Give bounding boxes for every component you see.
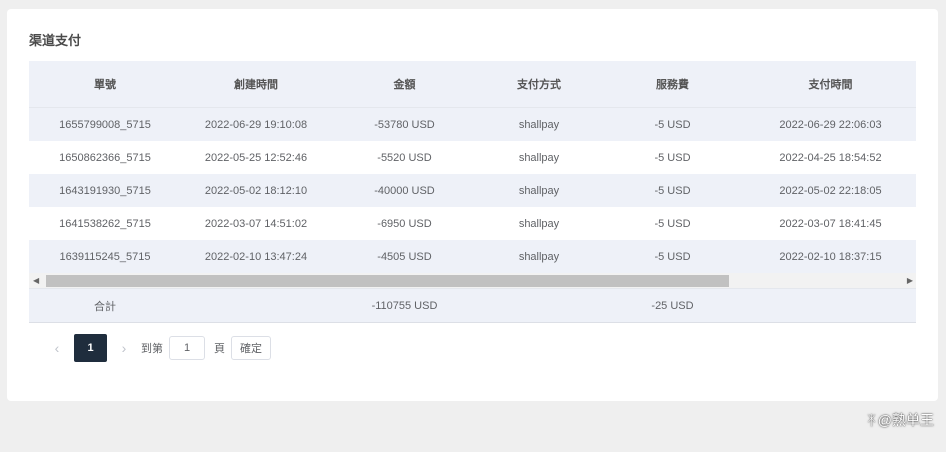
cell-payment-time: 2022-06-29 22:06:03 xyxy=(779,118,882,131)
header-amount[interactable]: 金額 xyxy=(331,76,478,92)
goto-page-input[interactable] xyxy=(169,336,205,360)
confirm-button[interactable]: 確定 xyxy=(231,336,271,360)
header-created-time[interactable]: 創建時間 xyxy=(181,76,331,92)
table-total-row: 合計 -110755 USD -25 USD xyxy=(29,289,916,323)
header-payment-method[interactable]: 支付方式 xyxy=(478,76,600,92)
cell-order-no: 1655799008_5715 xyxy=(59,118,151,131)
card-title: 渠道支付 xyxy=(29,33,82,48)
table-row[interactable]: 1639115245_5715 2022-02-10 13:47:24 -450… xyxy=(29,240,916,273)
cell-service-fee: -5 USD xyxy=(654,250,691,263)
watermark-text: @熟单王 xyxy=(877,412,934,428)
scroll-right-arrow-icon[interactable]: ▶ xyxy=(907,276,913,285)
cell-payment-method: shallpay xyxy=(518,250,560,263)
header-service-fee[interactable]: 服務費 xyxy=(600,76,745,92)
table-row[interactable]: 1650862366_5715 2022-05-25 12:52:46 -552… xyxy=(29,141,916,174)
table-row[interactable]: 1655799008_5715 2022-06-29 19:10:08 -537… xyxy=(29,108,916,141)
cell-created-time: 2022-05-02 18:12:10 xyxy=(204,184,308,197)
cell-payment-method: shallpay xyxy=(518,217,560,230)
cell-payment-time: 2022-02-10 18:37:15 xyxy=(779,250,882,263)
pagination: ‹ 1 › 到第 頁 確定 xyxy=(44,334,271,362)
page-number-current[interactable]: 1 xyxy=(74,334,107,362)
cell-payment-time: 2022-03-07 18:41:45 xyxy=(779,217,882,230)
scroll-left-arrow-icon[interactable]: ◀ xyxy=(33,276,39,285)
total-label: 合計 xyxy=(94,300,116,313)
cell-created-time: 2022-06-29 19:10:08 xyxy=(204,118,308,131)
platform-logo-icon: ᛡ xyxy=(867,412,876,428)
cell-order-no: 1643191930_5715 xyxy=(59,184,151,197)
total-amount: -110755 USD xyxy=(371,299,438,312)
prev-page-icon[interactable]: ‹ xyxy=(44,340,70,356)
header-order-no[interactable]: 單號 xyxy=(29,76,181,92)
cell-order-no: 1639115245_5715 xyxy=(59,250,151,263)
cell-payment-time: 2022-05-02 22:18:05 xyxy=(779,184,882,197)
cell-amount: -40000 USD xyxy=(374,184,435,197)
cell-order-no: 1641538262_5715 xyxy=(59,217,151,230)
cell-amount: -6950 USD xyxy=(377,217,432,230)
cell-created-time: 2022-02-10 13:47:24 xyxy=(204,250,308,263)
page-suffix-label: 頁 xyxy=(214,343,225,355)
payment-table: 單號 創建時間 金額 支付方式 服務費 支付時間 1655799008_5715… xyxy=(29,61,916,323)
cell-amount: -5520 USD xyxy=(377,151,432,164)
cell-order-no: 1650862366_5715 xyxy=(59,151,151,164)
cell-payment-method: shallpay xyxy=(518,184,560,197)
cell-payment-time: 2022-04-25 18:54:52 xyxy=(779,151,882,164)
table-row[interactable]: 1641538262_5715 2022-03-07 14:51:02 -695… xyxy=(29,207,916,240)
table-header-row: 單號 創建時間 金額 支付方式 服務費 支付時間 xyxy=(29,61,916,108)
cell-created-time: 2022-05-25 12:52:46 xyxy=(204,151,308,164)
cell-amount: -53780 USD xyxy=(374,118,435,131)
cell-payment-method: shallpay xyxy=(518,151,560,164)
header-payment-time[interactable]: 支付時間 xyxy=(745,76,916,92)
cell-service-fee: -5 USD xyxy=(654,217,691,230)
cell-created-time: 2022-03-07 14:51:02 xyxy=(204,217,308,230)
scrollbar-thumb[interactable] xyxy=(46,275,729,287)
cell-service-fee: -5 USD xyxy=(654,184,691,197)
watermark: ᛡ @熟单王 xyxy=(867,410,934,430)
total-fee: -25 USD xyxy=(651,299,694,312)
horizontal-scrollbar[interactable]: ◀ ▶ xyxy=(29,273,916,289)
channel-payment-card: 渠道支付 單號 創建時間 金額 支付方式 服務費 支付時間 1655799008… xyxy=(7,9,938,401)
table-row[interactable]: 1643191930_5715 2022-05-02 18:12:10 -400… xyxy=(29,174,916,207)
cell-service-fee: -5 USD xyxy=(654,118,691,131)
next-page-icon[interactable]: › xyxy=(111,340,137,356)
cell-amount: -4505 USD xyxy=(377,250,432,263)
cell-payment-method: shallpay xyxy=(518,118,560,131)
cell-service-fee: -5 USD xyxy=(654,151,691,164)
goto-label: 到第 xyxy=(141,343,163,355)
